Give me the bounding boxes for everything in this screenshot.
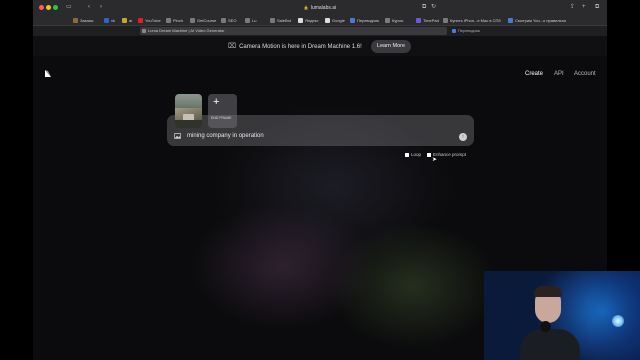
bookmark-item[interactable]: TimePad: [416, 17, 439, 24]
tab-overview-icon[interactable]: ⧉: [595, 3, 599, 11]
loop-checkbox[interactable]: Loop: [405, 152, 421, 158]
bookmark-item[interactable]: vk: [104, 17, 115, 24]
luma-logo-icon[interactable]: [43, 69, 53, 79]
address-text: lumalabs.ai: [310, 5, 337, 11]
bookmark-item[interactable]: Переводчик: [350, 17, 379, 24]
microphone-icon: [540, 321, 551, 332]
bookmark-item[interactable]: Pinch: [166, 17, 183, 24]
reload-icon[interactable]: ↻: [431, 3, 436, 11]
announcement-text: Camera Motion is here in Dream Machine 1…: [239, 44, 362, 50]
lock-icon: 🔒: [303, 5, 309, 10]
tab-translator[interactable]: Переводчик: [450, 27, 600, 35]
bookmark-item[interactable]: Яндекс: [298, 17, 318, 24]
maximize-window-button[interactable]: [53, 5, 58, 10]
bookmarks-bar: Заказы vk ai YouTube Pinch GetCourse SEO…: [33, 15, 607, 26]
forward-icon[interactable]: ›: [100, 3, 102, 11]
back-icon[interactable]: ‹: [88, 3, 90, 11]
translator-favicon-icon: [452, 29, 456, 33]
mouse-cursor-icon: ➤: [432, 157, 438, 163]
bookmark-item[interactable]: SEO: [221, 17, 236, 24]
end-frame-button[interactable]: + END FRAME: [208, 94, 237, 128]
bookmark-item[interactable]: Заказы: [73, 17, 93, 24]
start-frame-thumbnail[interactable]: [175, 94, 202, 128]
bookmark-item[interactable]: Курсы: [385, 17, 403, 24]
checkbox-icon: [427, 152, 431, 157]
bookmark-item[interactable]: ai: [122, 17, 132, 24]
bookmark-item[interactable]: Купить iPhon...e Mac в СПб: [443, 17, 501, 24]
bookmark-item[interactable]: SaleBot: [270, 17, 291, 24]
tab-bar: Luma Dream Machine | AI Video Generator …: [33, 26, 607, 36]
translate-icon[interactable]: ⧉: [422, 3, 426, 11]
share-icon[interactable]: ⇪: [570, 3, 575, 11]
plus-icon: +: [213, 96, 220, 108]
camera-motion-icon: ⌧: [228, 43, 237, 50]
nav-create[interactable]: Create: [525, 70, 543, 78]
image-upload-icon[interactable]: [174, 133, 181, 139]
announcement: ⌧ Camera Motion is here in Dream Machine …: [228, 40, 362, 53]
send-button[interactable]: ↑: [459, 133, 467, 141]
prompt-input[interactable]: mining company in operation: [187, 133, 264, 140]
bookmark-item[interactable]: GetCourse: [190, 17, 216, 24]
address-bar[interactable]: 🔒 lumalabs.ai: [288, 3, 352, 12]
minimize-window-button[interactable]: [46, 5, 51, 10]
end-frame-label: END FRAME: [211, 116, 232, 120]
new-tab-icon[interactable]: +: [582, 3, 586, 11]
learn-more-button[interactable]: Learn More: [371, 40, 411, 53]
sidebar-toggle-icon[interactable]: ▭: [66, 3, 72, 11]
tab-luma[interactable]: Luma Dream Machine | AI Video Generator: [140, 27, 447, 35]
bookmark-item[interactable]: Смотрим You...о правильно: [508, 17, 566, 24]
nav-account[interactable]: Account: [574, 70, 596, 78]
close-window-button[interactable]: [39, 5, 44, 10]
webcam-overlay: [484, 271, 640, 360]
luma-favicon-icon: [142, 29, 146, 33]
checkbox-icon: [405, 152, 409, 157]
arrow-up-icon: ↑: [461, 134, 465, 140]
bookmark-item[interactable]: YouTube: [138, 17, 161, 24]
light-icon: [612, 315, 624, 327]
bookmark-item[interactable]: Google: [325, 17, 345, 24]
nav-api[interactable]: API: [554, 70, 564, 78]
bookmark-item[interactable]: Lu: [245, 17, 256, 24]
